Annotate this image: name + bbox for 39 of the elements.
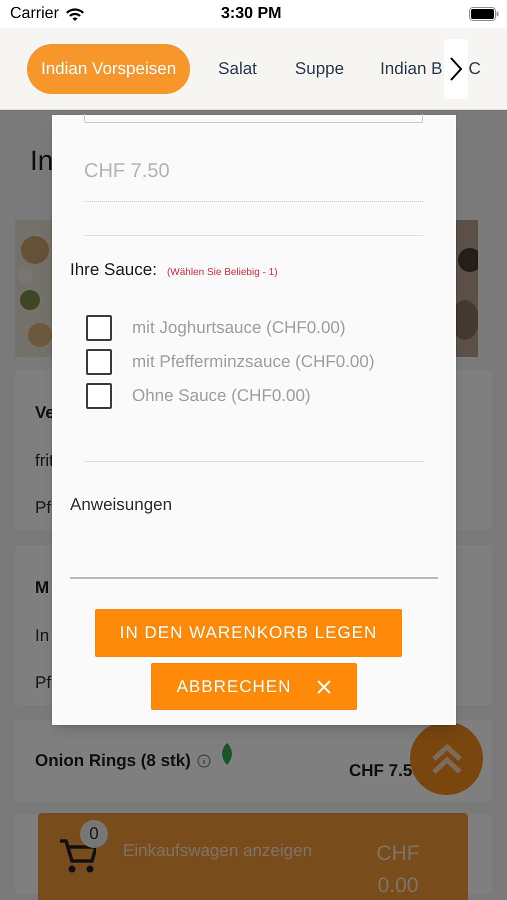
instructions-label: Anweisungen [69, 494, 174, 516]
item-price: CHF 7.5 [349, 760, 412, 782]
item-description: In [35, 624, 50, 646]
sauce-note: (Wählen Sie Beliebig - 1) [166, 266, 278, 280]
category-tab[interactable]: Suppe [294, 44, 344, 94]
checkbox[interactable] [86, 348, 112, 374]
info-icon[interactable] [196, 754, 211, 768]
text-field[interactable] [84, 114, 423, 123]
item-description: Pf [35, 497, 52, 519]
item-description: frit [35, 450, 54, 472]
chevron-right-icon[interactable] [449, 56, 464, 82]
option-label[interactable]: mit Pfefferminzsauce (CHF0.00) [132, 348, 374, 374]
cart-count-badge: 0 [80, 820, 108, 848]
sauce-label: Ihre Sauce: [70, 259, 157, 281]
time-label: 3:30 PM [221, 4, 282, 24]
option-label[interactable]: Ohne Sauce (CHF0.00) [132, 382, 311, 408]
checkbox[interactable] [86, 382, 112, 408]
category-tab[interactable]: Indian B [380, 44, 442, 94]
item-title: M [35, 577, 50, 599]
category-tab[interactable]: C [468, 44, 481, 94]
close-icon [317, 680, 332, 694]
section-heading: In [30, 145, 54, 176]
item-description: Pf [35, 672, 52, 694]
wifi-icon [64, 7, 85, 21]
price-label: CHF 7.50 [84, 159, 171, 184]
cart-bar[interactable]: 0 Einkaufswagen anzeigen CHF 0.00 [38, 813, 468, 900]
add-to-cart-button[interactable]: IN DEN WARENKORB LEGEN [95, 609, 402, 657]
carrier-label: Carrier [10, 4, 59, 24]
battery-icon [469, 7, 499, 21]
checkbox[interactable] [86, 314, 112, 340]
category-tab[interactable]: Salat [218, 44, 257, 94]
double-chevron-up-icon [430, 742, 464, 776]
category-tab[interactable]: Indian Vorspeisen [27, 44, 190, 94]
option-label[interactable]: mit Joghurtsauce (CHF0.00) [132, 314, 346, 340]
cart-label: Einkaufswagen anzeigen [123, 840, 314, 862]
cancel-button[interactable]: ABBRECHEN [151, 663, 357, 710]
item-title: Onion Rings (8 stk) [35, 750, 191, 772]
cart-icon [60, 839, 96, 873]
cart-total: CHF 0.00 [375, 841, 421, 899]
